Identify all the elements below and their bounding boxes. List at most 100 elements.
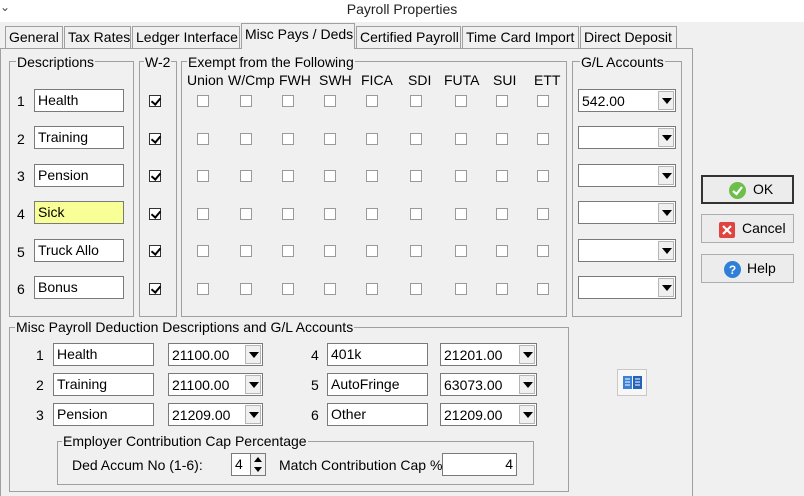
w2-checkbox-2[interactable] — [149, 133, 161, 145]
exempt-checkbox-wcmp-1[interactable] — [240, 95, 252, 107]
desc-field-1[interactable]: Health — [34, 89, 124, 112]
exempt-checkbox-union-1[interactable] — [197, 95, 209, 107]
tab-time-card-import[interactable]: Time Card Import — [462, 26, 579, 48]
exempt-checkbox-sui-6[interactable] — [496, 283, 508, 295]
exempt-checkbox-ett-4[interactable] — [537, 208, 549, 220]
exempt-checkbox-union-4[interactable] — [197, 208, 209, 220]
exempt-checkbox-fwh-4[interactable] — [282, 208, 294, 220]
w2-checkbox-5[interactable] — [149, 245, 161, 257]
exempt-checkbox-ett-2[interactable] — [537, 133, 549, 145]
exempt-checkbox-fica-5[interactable] — [366, 245, 378, 257]
desc-field-4[interactable]: Sick — [34, 201, 124, 224]
chevron-down-icon[interactable] — [658, 128, 674, 147]
exempt-checkbox-fica-2[interactable] — [366, 133, 378, 145]
chevron-down-icon[interactable] — [658, 91, 674, 110]
desc-field-3[interactable]: Pension — [34, 164, 124, 187]
misc-desc-field-2[interactable]: Training — [53, 373, 154, 396]
exempt-checkbox-sdi-2[interactable] — [410, 133, 422, 145]
exempt-checkbox-fwh-2[interactable] — [282, 133, 294, 145]
exempt-checkbox-fica-1[interactable] — [366, 95, 378, 107]
exempt-checkbox-wcmp-5[interactable] — [240, 245, 252, 257]
exempt-checkbox-swh-6[interactable] — [324, 283, 336, 295]
match-cap-input[interactable]: 4 — [442, 453, 517, 476]
chevron-down-icon[interactable] — [658, 278, 674, 297]
chevron-down-icon[interactable] — [519, 375, 535, 394]
gl-account-combo-2[interactable] — [578, 126, 676, 149]
chevron-down-icon[interactable] — [658, 166, 674, 185]
exempt-checkbox-futa-5[interactable] — [455, 245, 467, 257]
tab-direct-deposit[interactable]: Direct Deposit — [580, 26, 677, 48]
exempt-checkbox-union-3[interactable] — [197, 170, 209, 182]
gl-account-combo-4[interactable] — [578, 201, 676, 224]
exempt-checkbox-sdi-5[interactable] — [410, 245, 422, 257]
exempt-checkbox-wcmp-3[interactable] — [240, 170, 252, 182]
gl-account-combo-3[interactable] — [578, 164, 676, 187]
exempt-checkbox-swh-1[interactable] — [324, 95, 336, 107]
exempt-checkbox-fwh-6[interactable] — [282, 283, 294, 295]
exempt-checkbox-union-5[interactable] — [197, 245, 209, 257]
gl-account-combo-1[interactable]: 542.00 — [578, 89, 676, 112]
exempt-checkbox-sui-1[interactable] — [496, 95, 508, 107]
exempt-checkbox-sui-4[interactable] — [496, 208, 508, 220]
exempt-checkbox-swh-3[interactable] — [324, 170, 336, 182]
exempt-checkbox-union-6[interactable] — [197, 283, 209, 295]
exempt-checkbox-sui-2[interactable] — [496, 133, 508, 145]
misc-gl-combo-5[interactable]: 63073.00 — [440, 373, 537, 396]
misc-gl-combo-1[interactable]: 21100.00 — [168, 343, 263, 366]
exempt-checkbox-futa-2[interactable] — [455, 133, 467, 145]
misc-gl-combo-4[interactable]: 21201.00 — [440, 343, 537, 366]
exempt-checkbox-sui-5[interactable] — [496, 245, 508, 257]
ded-accum-spinner[interactable] — [250, 453, 266, 476]
exempt-checkbox-futa-4[interactable] — [455, 208, 467, 220]
misc-desc-field-1[interactable]: Health — [53, 343, 154, 366]
tab-certified-payroll[interactable]: Certified Payroll — [356, 26, 461, 48]
exempt-checkbox-fwh-5[interactable] — [282, 245, 294, 257]
exempt-checkbox-swh-2[interactable] — [324, 133, 336, 145]
help-button[interactable]: ? Help — [701, 254, 794, 283]
gl-account-combo-5[interactable] — [578, 239, 676, 262]
exempt-checkbox-futa-1[interactable] — [455, 95, 467, 107]
exempt-checkbox-fica-3[interactable] — [366, 170, 378, 182]
desc-field-6[interactable]: Bonus — [34, 276, 124, 299]
chevron-down-icon[interactable] — [245, 405, 261, 424]
spin-down-icon[interactable] — [254, 467, 262, 472]
chevron-down-icon[interactable] — [245, 375, 261, 394]
misc-desc-field-6[interactable]: Other — [327, 403, 428, 426]
misc-gl-combo-3[interactable]: 21209.00 — [168, 403, 263, 426]
exempt-checkbox-sdi-1[interactable] — [410, 95, 422, 107]
exempt-checkbox-fwh-1[interactable] — [282, 95, 294, 107]
exempt-checkbox-ett-1[interactable] — [537, 95, 549, 107]
exempt-checkbox-sui-3[interactable] — [496, 170, 508, 182]
w2-checkbox-6[interactable] — [149, 283, 161, 295]
exempt-checkbox-futa-6[interactable] — [455, 283, 467, 295]
ded-accum-input[interactable]: 4 — [231, 453, 251, 476]
misc-desc-field-4[interactable]: 401k — [327, 343, 428, 366]
exempt-checkbox-sdi-3[interactable] — [410, 170, 422, 182]
exempt-checkbox-ett-5[interactable] — [537, 245, 549, 257]
exempt-checkbox-wcmp-2[interactable] — [240, 133, 252, 145]
exempt-checkbox-sdi-4[interactable] — [410, 208, 422, 220]
chevron-down-icon[interactable] — [519, 405, 535, 424]
exempt-checkbox-sdi-6[interactable] — [410, 283, 422, 295]
ok-button[interactable]: OK — [701, 175, 794, 204]
exempt-checkbox-ett-6[interactable] — [537, 283, 549, 295]
tab-misc-pays-deds[interactable]: Misc Pays / Deds — [241, 23, 355, 49]
tab-tax-rates[interactable]: Tax Rates — [64, 26, 131, 48]
w2-checkbox-3[interactable] — [149, 170, 161, 182]
w2-checkbox-1[interactable] — [149, 95, 161, 107]
desc-field-5[interactable]: Truck Allo — [34, 239, 124, 262]
chevron-down-icon[interactable] — [519, 345, 535, 364]
exempt-checkbox-swh-4[interactable] — [324, 208, 336, 220]
cancel-button[interactable]: Cancel — [701, 214, 794, 243]
tab-ledger-interface[interactable]: Ledger Interface — [132, 26, 240, 48]
book-icon-button[interactable] — [617, 369, 647, 396]
exempt-checkbox-futa-3[interactable] — [455, 170, 467, 182]
exempt-checkbox-wcmp-6[interactable] — [240, 283, 252, 295]
exempt-checkbox-fica-4[interactable] — [366, 208, 378, 220]
misc-gl-combo-2[interactable]: 21100.00 — [168, 373, 263, 396]
misc-desc-field-3[interactable]: Pension — [53, 403, 154, 426]
gl-account-combo-6[interactable] — [578, 276, 676, 299]
chevron-down-icon[interactable] — [658, 203, 674, 222]
exempt-checkbox-wcmp-4[interactable] — [240, 208, 252, 220]
tab-general[interactable]: General — [5, 26, 63, 48]
